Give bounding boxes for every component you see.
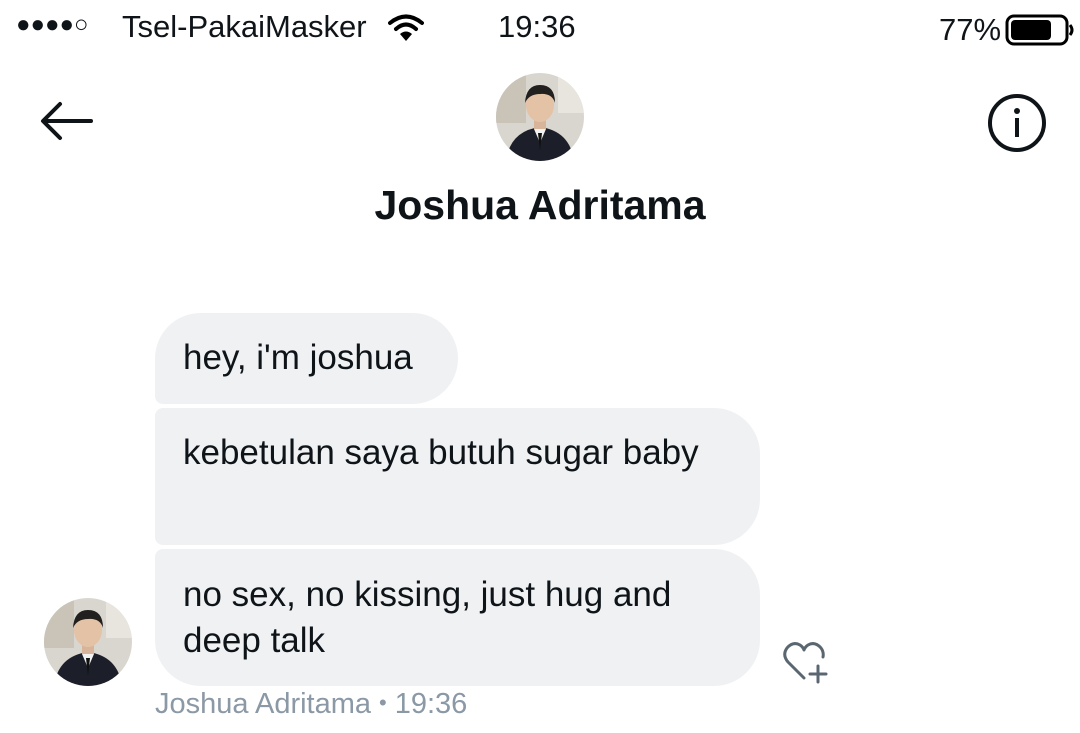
- meta-separator: •: [379, 690, 387, 715]
- back-arrow-icon: [41, 102, 93, 140]
- status-time: 19:36: [498, 9, 576, 44]
- info-button[interactable]: [986, 92, 1048, 154]
- avatar-photo: [496, 73, 584, 161]
- battery-percentage: 77%: [939, 12, 1002, 47]
- signal-strength-indicator: ●●●●○: [16, 11, 89, 38]
- info-icon: [988, 94, 1046, 152]
- message-meta: Joshua Adritama • 19:36: [155, 688, 467, 721]
- wifi-icon: [388, 14, 424, 42]
- dm-conversation-screen: ●●●●○ Tsel-PakaiMasker 19:36 77% Joshua …: [0, 0, 1080, 733]
- contact-name[interactable]: Joshua Adritama: [0, 182, 1080, 229]
- message-bubble[interactable]: kebetulan saya butuh sugar baby: [155, 408, 760, 545]
- message-bubble[interactable]: no sex, no kissing, just hug and deep ta…: [155, 549, 760, 686]
- sender-avatar[interactable]: [44, 598, 132, 686]
- react-button[interactable]: [782, 640, 832, 684]
- contact-avatar[interactable]: [496, 73, 584, 161]
- back-button[interactable]: [36, 96, 96, 146]
- message-bubble[interactable]: hey, i'm joshua: [155, 313, 458, 404]
- meta-sender: Joshua Adritama: [155, 688, 372, 720]
- battery-icon: [1005, 14, 1075, 46]
- meta-time: 19:36: [394, 688, 468, 720]
- avatar-photo: [44, 598, 132, 686]
- status-bar: ●●●●○ Tsel-PakaiMasker 19:36 77%: [0, 0, 1080, 56]
- heart-add-icon: [783, 642, 828, 684]
- carrier-name: Tsel-PakaiMasker: [122, 9, 367, 44]
